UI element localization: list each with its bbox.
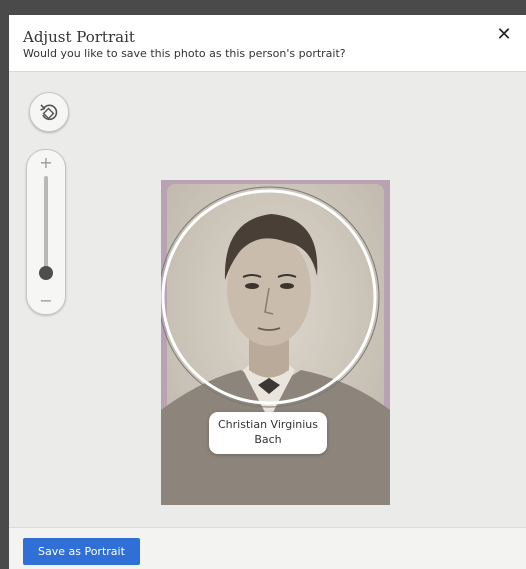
portrait-image [161,180,390,505]
rotate-button[interactable] [29,92,69,132]
zoom-slider[interactable]: + − [26,149,66,315]
portrait-photo[interactable] [161,180,390,505]
zoom-track[interactable] [44,176,48,280]
close-icon[interactable]: ✕ [494,25,514,45]
zoom-thumb[interactable] [39,266,53,280]
adjust-portrait-dialog: Adjust Portrait Would you like to save t… [9,15,526,569]
zoom-in-button[interactable]: + [27,155,65,171]
dialog-subtitle: Would you like to save this photo as thi… [23,47,346,60]
dialog-title: Adjust Portrait [23,28,135,46]
portrait-stage[interactable]: + − Christian Virginius Bach [9,72,526,527]
rotate-left-icon [40,104,58,121]
zoom-out-button[interactable]: − [27,293,65,309]
person-name-line1: Christian Virginius [218,418,318,431]
save-as-portrait-button[interactable]: Save as Portrait [23,538,140,565]
dialog-footer: Save as Portrait [9,527,526,569]
person-name-line2: Bach [254,433,282,446]
dialog-header: Adjust Portrait Would you like to save t… [9,15,526,72]
person-name-label: Christian Virginius Bach [209,412,327,454]
